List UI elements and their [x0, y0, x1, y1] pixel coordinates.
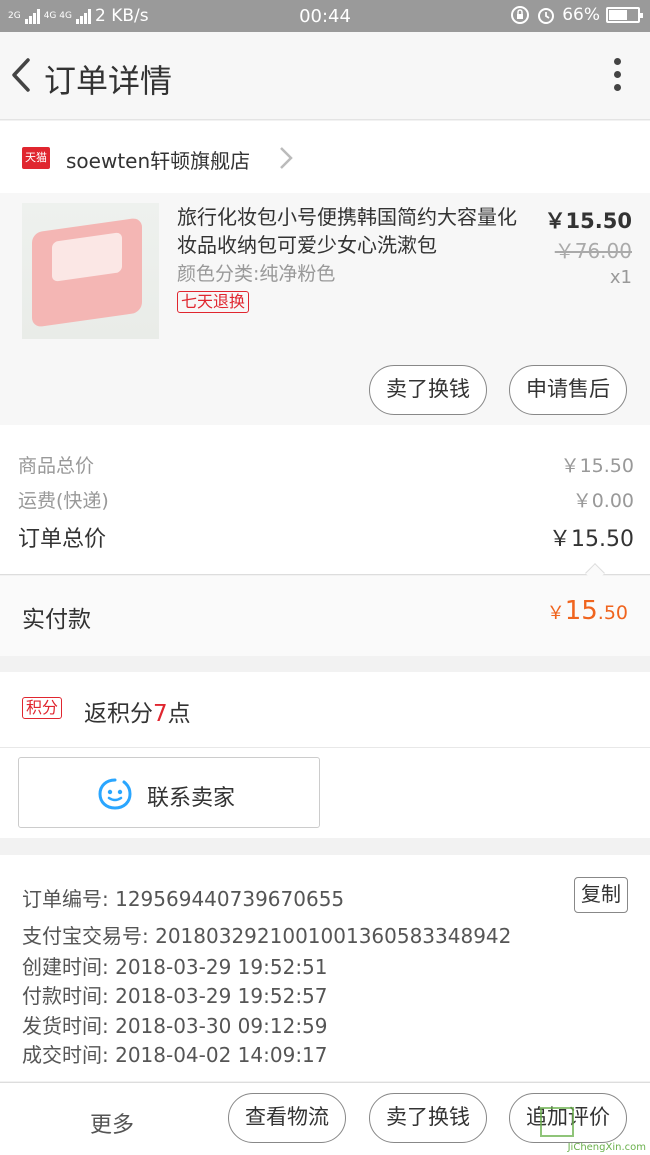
battery-fill — [609, 10, 628, 20]
points-number: 7 — [153, 701, 168, 727]
status-right: 66% — [510, 5, 643, 25]
rotation-lock-icon — [511, 6, 530, 24]
sell-resale-button[interactable]: 卖了换钱 — [369, 365, 487, 415]
more-menu-icon[interactable] — [614, 58, 622, 94]
order-info: 订单编号: 129569440739670655 复制 支付宝交易号: 2018… — [0, 855, 650, 1081]
points-suffix: 点 — [167, 701, 191, 727]
paid-decimal: .50 — [597, 602, 628, 624]
shipping-value: ￥0.00 — [572, 490, 634, 512]
order-total-value: ￥15.50 — [549, 527, 634, 552]
order-number: 订单编号: 129569440739670655 — [22, 887, 345, 911]
product-card: 旅行化妆包小号便携韩国简约大容量化妆品收纳包可爱少女心洗漱包 颜色分类:纯净粉色… — [0, 193, 650, 425]
paid-amount-row: 实付款 ￥15.50 — [0, 576, 650, 656]
product-original-price: ￥76.00 — [554, 239, 632, 263]
goods-total-value: ￥15.50 — [560, 455, 634, 477]
sell-resale-button-footer[interactable]: 卖了换钱 — [369, 1093, 487, 1143]
back-arrow-icon[interactable] — [6, 54, 36, 96]
nav-header: 订单详情 — [0, 32, 650, 120]
chat-smiley-icon — [98, 778, 132, 810]
watermark-logo-icon — [540, 1107, 574, 1137]
tmall-logo-icon: 天猫 — [22, 147, 50, 169]
alarm-icon — [538, 8, 555, 24]
copy-button[interactable]: 复制 — [574, 877, 628, 913]
contact-seller-button[interactable]: 联系卖家 — [18, 757, 320, 828]
product-quantity: x1 — [609, 267, 632, 288]
more-button[interactable]: 更多 — [90, 1107, 134, 1139]
shipping-label: 运费(快递) — [18, 490, 109, 512]
watermark-text: JiChengXin.com — [567, 1142, 646, 1153]
contact-section: 联系卖家 — [0, 748, 650, 838]
product-thumbnail[interactable] — [22, 203, 159, 339]
paid-label: 实付款 — [22, 607, 91, 633]
paid-currency: ￥ — [546, 603, 565, 624]
alipay-number: 支付宝交易号: 2018032921001001360583348942 — [22, 924, 512, 948]
battery-icon — [606, 7, 643, 23]
shop-row[interactable]: 天猫 soewten轩顿旗舰店 — [0, 121, 650, 193]
bottom-action-bar: 更多 查看物流 卖了换钱 追加评价 JiChengXin.com — [0, 1082, 650, 1155]
battery-percent: 66% — [562, 5, 600, 25]
chevron-right-icon — [280, 147, 293, 169]
view-logistics-button[interactable]: 查看物流 — [228, 1093, 346, 1143]
contact-seller-label: 联系卖家 — [147, 786, 236, 811]
shop-name: soewten轩顿旗舰店 — [66, 149, 251, 173]
product-title[interactable]: 旅行化妆包小号便携韩国简约大容量化妆品收纳包可爱少女心洗漱包 — [177, 203, 517, 259]
completed-time: 成交时间: 2018-04-02 14:09:17 — [22, 1043, 328, 1067]
page-title: 订单详情 — [44, 62, 173, 100]
paid-integer: 15 — [564, 596, 598, 626]
order-total-row: 订单总价 ￥15.50 — [18, 521, 634, 553]
order-total-label: 订单总价 — [18, 527, 107, 552]
apply-aftersale-button[interactable]: 申请售后 — [509, 365, 627, 415]
shipping-row: 运费(快递) ￥0.00 — [18, 486, 634, 513]
goods-total-row: 商品总价 ￥15.50 — [18, 451, 634, 478]
shipped-time: 发货时间: 2018-03-30 09:12:59 — [22, 1014, 328, 1038]
price-summary: 商品总价 ￥15.50 运费(快递) ￥0.00 订单总价 ￥15.50 — [0, 425, 650, 575]
product-price: ￥15.50 — [544, 209, 632, 233]
points-row: 积分 返积分7点 — [0, 672, 650, 748]
status-bar: 2G 4G 4G 2 KB/s 00:44 66% — [0, 0, 650, 32]
paid-amount: ￥15.50 — [547, 596, 628, 626]
created-time: 创建时间: 2018-03-29 19:52:51 — [22, 955, 328, 979]
points-text: 返积分7点 — [84, 694, 191, 728]
goods-total-label: 商品总价 — [18, 455, 95, 477]
return-policy-badge: 七天退换 — [177, 291, 250, 313]
points-badge: 积分 — [22, 697, 63, 719]
paid-time: 付款时间: 2018-03-29 19:52:57 — [22, 984, 328, 1008]
product-spec: 颜色分类:纯净粉色 — [177, 263, 336, 285]
points-prefix: 返积分 — [84, 701, 153, 727]
